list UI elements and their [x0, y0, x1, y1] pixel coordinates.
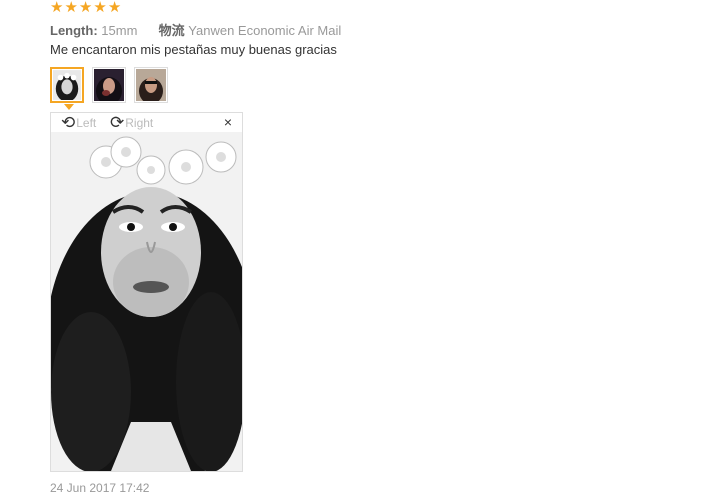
shipping-label: 物流 — [158, 23, 185, 38]
thumbnail-image — [136, 69, 166, 101]
star-icon: ★ — [93, 0, 107, 16]
photo-viewer: ⟲ Left ⟳ Right × — [50, 112, 243, 472]
rotate-left-label: Left — [76, 115, 97, 130]
review-meta: Length: 15mm 物流 Yanwen Economic Air Mail — [50, 20, 341, 39]
rating-stars: ★ ★ ★ ★ ★ — [50, 0, 121, 16]
rotate-left-icon: ⟲ — [61, 113, 76, 132]
star-icon: ★ — [107, 0, 122, 16]
photo-thumbnail[interactable] — [92, 67, 126, 103]
photo-thumbnail[interactable] — [134, 67, 168, 103]
close-icon[interactable]: × — [224, 115, 232, 129]
rotate-right-label: Right — [125, 115, 154, 130]
length-label: Length: — [50, 23, 98, 38]
star-icon: ★ — [64, 0, 78, 16]
rotate-left-button[interactable]: ⟲ Left — [61, 114, 96, 131]
photo-thumbnails — [50, 67, 168, 103]
photo-thumbnail[interactable] — [50, 67, 84, 103]
review-photo — [51, 132, 242, 471]
shipping-value: Yanwen Economic Air Mail — [188, 23, 342, 38]
rotate-right-button[interactable]: ⟳ Right — [110, 114, 153, 131]
length-value: 15mm — [101, 23, 138, 38]
active-thumbnail-pointer — [64, 104, 74, 110]
viewer-toolbar: ⟲ Left ⟳ Right × — [51, 113, 242, 132]
star-icon: ★ — [50, 0, 64, 16]
review-photo-image — [51, 132, 242, 471]
thumbnail-image — [53, 70, 81, 100]
rotate-right-icon: ⟳ — [110, 113, 125, 132]
review-comment: Me encantaron mis pestañas muy buenas gr… — [50, 42, 337, 57]
star-icon: ★ — [78, 0, 93, 16]
thumbnail-image — [94, 69, 124, 101]
review-date: 24 Jun 2017 17:42 — [50, 481, 150, 495]
